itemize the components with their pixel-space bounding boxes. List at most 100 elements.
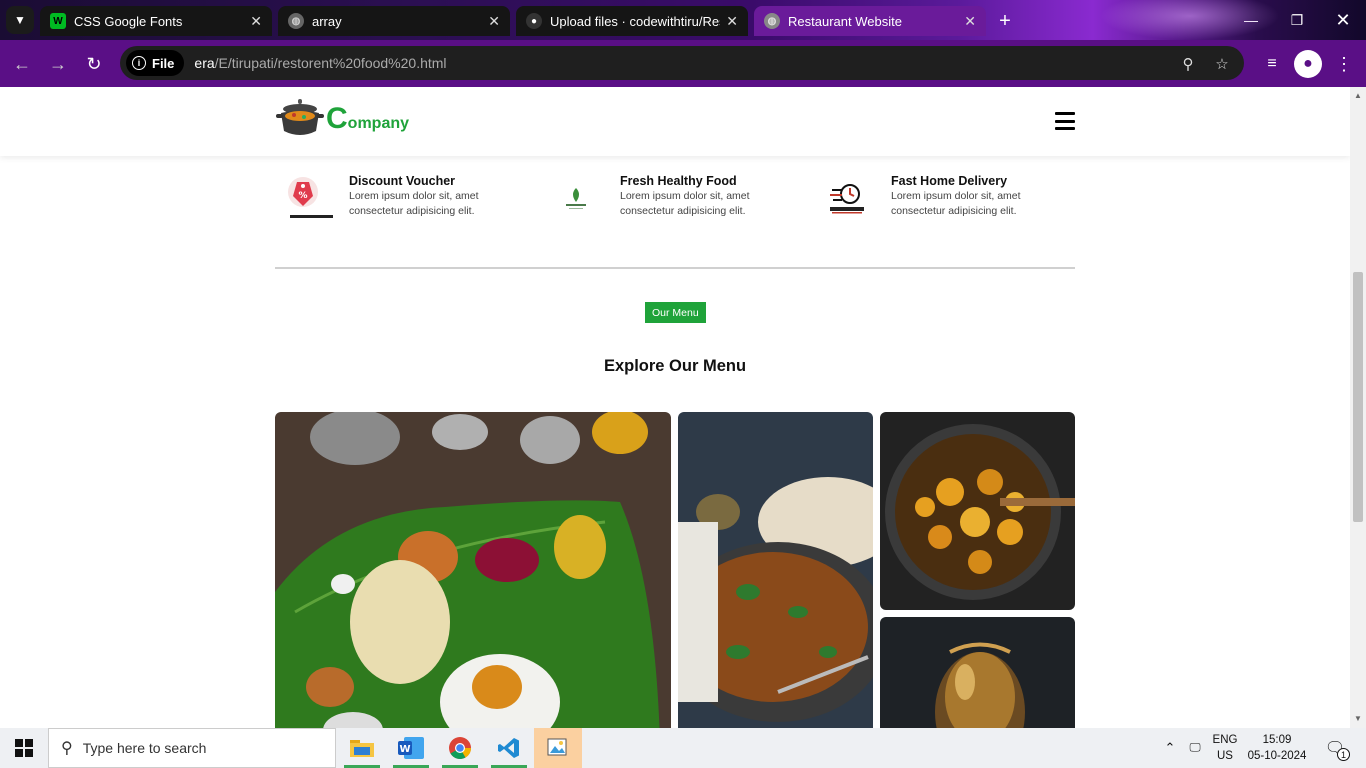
close-icon[interactable]: ✕	[250, 13, 262, 30]
feature-title: Fast Home Delivery	[891, 174, 1008, 188]
taskbar-search-box[interactable]: ⚲ Type here to search	[48, 728, 336, 768]
tab-array[interactable]: ◍ array ✕	[278, 6, 510, 36]
chrome-icon	[449, 737, 471, 759]
feature-fresh-healthy-food: Fresh Healthy Food Lorem ipsum dolor sit…	[546, 173, 796, 233]
site-info-chip[interactable]: i File	[126, 50, 185, 76]
reload-button[interactable]: ↻	[80, 50, 108, 78]
tab-title: Upload files · codewithtiru/Resto	[550, 13, 721, 29]
zoom-icon[interactable]: ⚲	[1178, 54, 1198, 74]
region-code: US	[1217, 750, 1233, 762]
url-text[interactable]: era/E/tirupati/restorent%20food%20.html	[194, 55, 446, 71]
profile-avatar[interactable]: ●	[1294, 50, 1322, 78]
scroll-down-arrow-icon[interactable]: ▼	[1353, 714, 1363, 724]
feature-description: Lorem ipsum dolor sit, amet consectetur …	[620, 190, 750, 217]
delivery-clock-icon	[817, 173, 877, 225]
minimize-button[interactable]: —	[1228, 0, 1274, 40]
tab-search-button[interactable]: ▼	[6, 6, 34, 34]
feature-description: Lorem ipsum dolor sit, amet consectetur …	[891, 190, 1021, 217]
w-icon: W	[50, 13, 66, 29]
scrollbar-thumb[interactable]	[1353, 272, 1363, 522]
start-button[interactable]	[0, 728, 48, 768]
url-host: era	[194, 55, 215, 71]
svg-text:W: W	[399, 744, 410, 755]
chip-label: File	[152, 55, 175, 71]
info-icon: i	[132, 56, 146, 70]
media-control-icon[interactable]: ≡	[1258, 50, 1286, 78]
photos-app[interactable]	[534, 728, 582, 768]
language-indicator[interactable]: ENG US	[1208, 728, 1242, 768]
windows-taskbar: ⚲ Type here to search W ⌃ 🖵 ENG US 15:09…	[0, 728, 1366, 768]
globe-icon: ◍	[764, 13, 780, 29]
site-logo[interactable]: Company	[276, 97, 409, 139]
tab-upload-files[interactable]: ● Upload files · codewithtiru/Resto ✕	[516, 6, 748, 36]
tab-title: CSS Google Fonts	[74, 13, 183, 29]
feature-title: Discount Voucher	[349, 174, 456, 188]
search-placeholder: Type here to search	[82, 740, 207, 756]
close-icon[interactable]: ✕	[726, 13, 738, 30]
feature-title: Fresh Healthy Food	[620, 174, 737, 188]
menu-kebab-icon[interactable]: ⋮	[1330, 50, 1358, 78]
menu-section-title: Explore Our Menu	[603, 357, 747, 375]
logo-rest: ompany	[347, 115, 410, 132]
back-button[interactable]: ←	[8, 50, 36, 78]
hamburger-line	[1055, 112, 1075, 115]
notification-count-badge: 1	[1337, 748, 1350, 761]
svg-text:%: %	[298, 191, 307, 201]
close-window-button[interactable]: ✕	[1320, 0, 1366, 40]
reload-icon: ↻	[86, 53, 102, 74]
feature-description: Lorem ipsum dolor sit, amet consectetur …	[349, 190, 479, 217]
language-code: ENG	[1212, 734, 1238, 746]
hamburger-menu-button[interactable]	[1055, 112, 1075, 130]
logo-initial: C	[326, 102, 348, 135]
windows-logo-icon	[15, 739, 33, 757]
address-bar[interactable]: i File era/E/tirupati/restorent%20food%2…	[120, 46, 1244, 80]
github-icon: ●	[526, 13, 542, 29]
tab-title: array	[312, 13, 342, 29]
notifications-button[interactable]: 🗨 1	[1320, 728, 1350, 768]
food-photo-chicken-curry-pan[interactable]	[678, 412, 873, 728]
network-icon[interactable]: 🖵	[1184, 728, 1206, 768]
photos-icon	[547, 738, 567, 756]
features-row: % Discount Voucher Lorem ipsum dolor sit…	[275, 173, 1075, 233]
person-icon: ●	[1303, 55, 1313, 72]
feature-discount-voucher: % Discount Voucher Lorem ipsum dolor sit…	[275, 173, 525, 233]
page-scrollbar[interactable]: ▲ ▼	[1350, 87, 1366, 728]
scroll-up-arrow-icon[interactable]: ▲	[1353, 91, 1363, 101]
arrow-left-icon: ←	[13, 53, 31, 74]
feature-fast-home-delivery: Fast Home Delivery Lorem ipsum dolor sit…	[817, 173, 1067, 233]
clock-time: 15:09	[1262, 734, 1292, 746]
globe-icon: ◍	[288, 13, 304, 29]
vscode-app[interactable]	[485, 728, 533, 768]
discount-tag-icon: %	[275, 173, 335, 225]
food-photo-banana-leaf-meal[interactable]	[275, 412, 671, 728]
close-icon[interactable]: ✕	[964, 13, 976, 30]
forward-button[interactable]: →	[44, 50, 72, 78]
leaf-icon	[546, 173, 606, 225]
close-icon[interactable]: ✕	[488, 13, 500, 30]
arrow-right-icon: →	[49, 53, 67, 74]
logo-wordmark: Company	[326, 102, 410, 139]
clock[interactable]: 15:09 05-10-2024	[1244, 728, 1310, 768]
cooking-pot-icon	[276, 99, 324, 135]
search-icon: ⚲	[61, 740, 73, 757]
site-header: Company	[0, 87, 1350, 156]
tab-restaurant-website[interactable]: ◍ Restaurant Website ✕	[754, 6, 986, 36]
section-divider	[275, 267, 1075, 269]
restore-button[interactable]: ❐	[1274, 0, 1320, 40]
our-menu-badge: Our Menu	[645, 302, 706, 323]
chevron-up-icon[interactable]: ⌃	[1160, 728, 1180, 768]
hamburger-line	[1055, 127, 1075, 130]
food-photo-potato-stir-fry[interactable]	[880, 412, 1075, 610]
file-explorer-app[interactable]	[338, 728, 386, 768]
chrome-app[interactable]	[436, 728, 484, 768]
word-icon: W	[398, 737, 424, 759]
word-app[interactable]: W	[387, 728, 435, 768]
browser-toolbar: ← → ↻ i File era/E/tirupati/restorent%20…	[0, 40, 1366, 87]
new-tab-button[interactable]: +	[992, 8, 1018, 34]
food-photo-copper-vessel[interactable]	[880, 617, 1075, 728]
vscode-icon	[498, 738, 519, 758]
chevron-down-icon: ▼	[14, 13, 26, 27]
tab-css-google-fonts[interactable]: W CSS Google Fonts ✕	[40, 6, 272, 36]
page-viewport: Company % Discount Voucher Lorem ipsum d…	[0, 87, 1350, 728]
star-icon[interactable]: ☆	[1212, 54, 1232, 74]
